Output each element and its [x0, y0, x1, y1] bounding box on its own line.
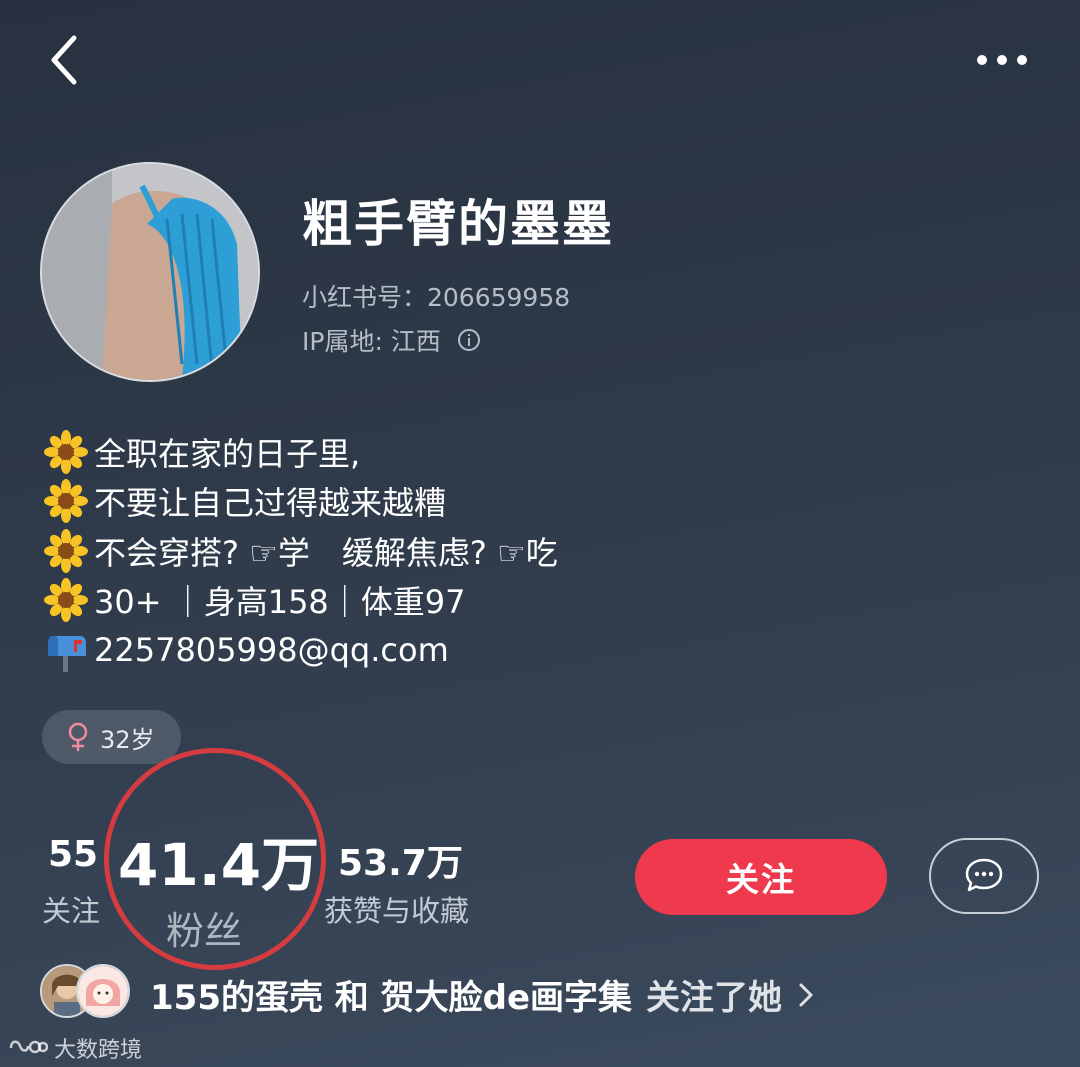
- following-label[interactable]: 关注: [42, 888, 100, 930]
- bio: 全职在家的日子里, 不要让自己过得越来越糟 不会穿搭? ☞学 缓解焦虑? ☞吃 …: [44, 427, 558, 675]
- more-options-button[interactable]: [960, 40, 1040, 80]
- bio-line: 2257805998@qq.com: [44, 625, 558, 675]
- bio-line: 不要让自己过得越来越糟: [44, 477, 558, 527]
- sunflower-icon: [44, 528, 88, 573]
- mutual-avatar: [76, 964, 130, 1018]
- back-button[interactable]: [40, 30, 100, 90]
- highlight-circle-annotation: [104, 748, 326, 970]
- bio-line: 全职在家的日子里,: [44, 427, 558, 477]
- followed-by-row[interactable]: 155的蛋壳 和 贺大脸de画字集 关注了她: [150, 970, 816, 1019]
- follow-button[interactable]: 关注: [635, 839, 887, 915]
- age-label: 32岁: [100, 725, 155, 754]
- bio-text: 全职在家的日子里,: [94, 434, 361, 473]
- likes-count[interactable]: 53.7万: [338, 834, 463, 886]
- followed-by-suffix: 关注了她: [646, 978, 783, 1018]
- likes-label[interactable]: 获赞与收藏: [324, 888, 469, 930]
- female-icon: [68, 722, 88, 751]
- chevron-left-icon: [51, 35, 77, 85]
- age-gender-tag: 32岁: [42, 710, 181, 764]
- ip-location: IP属地: 江西: [302, 327, 441, 356]
- mutual-follower-avatars[interactable]: [40, 964, 132, 1020]
- bio-line: 不会穿搭? ☞学 缓解焦虑? ☞吃: [44, 526, 558, 576]
- following-count[interactable]: 55: [48, 834, 98, 875]
- info-icon[interactable]: [457, 328, 481, 352]
- avatar-photo: [42, 164, 258, 380]
- watermark-text: 大数跨境: [54, 1038, 143, 1063]
- bio-text: 30+ ｜身高158｜体重97: [94, 583, 466, 622]
- ellipsis-icon: [977, 55, 1027, 65]
- watermark: 大数跨境: [8, 1032, 142, 1064]
- bio-email: 2257805998@qq.com: [94, 630, 449, 669]
- user-id: 小红书号：206659958: [302, 283, 571, 312]
- message-button[interactable]: [929, 838, 1039, 914]
- chat-bubble-icon: [965, 858, 1003, 892]
- chevron-right-icon: [799, 983, 813, 1006]
- sunflower-icon: [44, 578, 88, 623]
- watermark-logo-icon: [9, 1040, 48, 1054]
- sunflower-icon: [44, 479, 88, 524]
- mailbox-icon: [44, 628, 88, 672]
- bio-line: 30+ ｜身高158｜体重97: [44, 576, 558, 626]
- ip-location-row[interactable]: IP属地: 江西: [302, 322, 481, 358]
- bio-text: 不会穿搭? ☞学 缓解焦虑? ☞吃: [94, 533, 558, 572]
- followed-by-names: 155的蛋壳 和 贺大脸de画字集: [150, 978, 633, 1018]
- profile-name: 粗手臂的墨墨: [302, 195, 614, 253]
- bio-text: 不要让自己过得越来越糟: [94, 484, 447, 523]
- sunflower-icon: [44, 429, 88, 474]
- avatar[interactable]: [40, 162, 260, 382]
